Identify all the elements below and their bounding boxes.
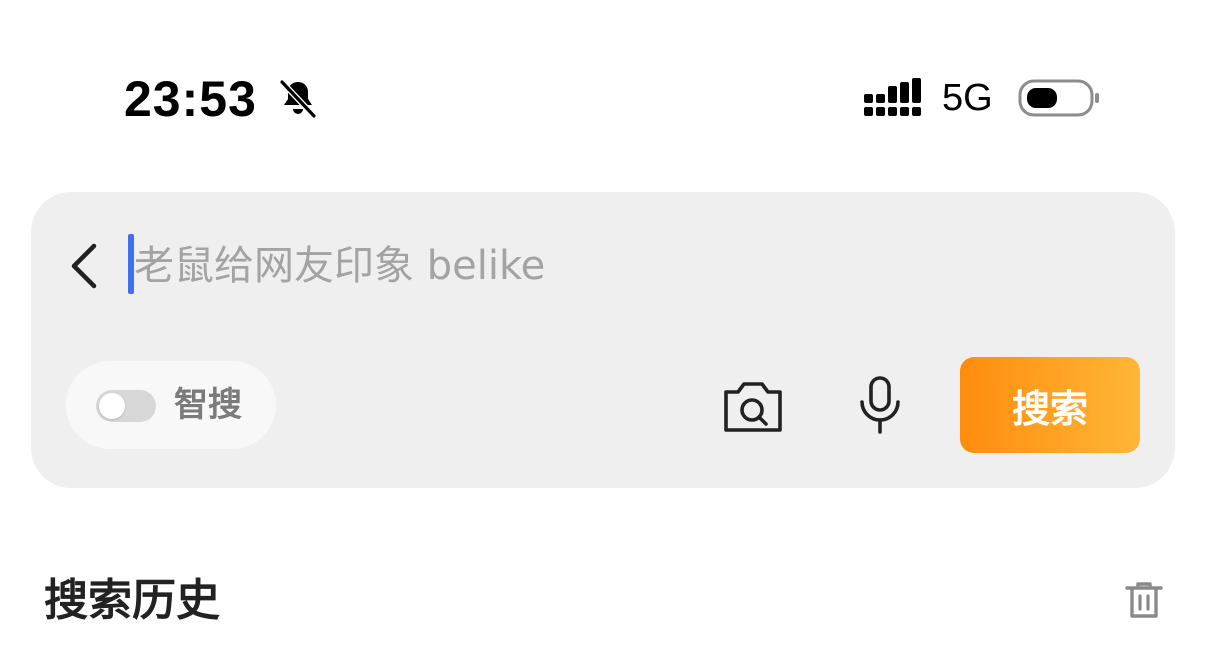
microphone-icon[interactable]: [852, 374, 908, 438]
search-history-title: 搜索历史: [44, 575, 220, 626]
network-type: 5G: [942, 77, 993, 119]
status-bar: 23:53 5G: [0, 0, 1206, 190]
toggle-switch[interactable]: [96, 390, 156, 422]
toggle-knob: [99, 393, 125, 419]
signal-icon: [864, 78, 921, 116]
search-button[interactable]: 搜索: [960, 357, 1140, 453]
smart-search-label: 智搜: [174, 385, 242, 425]
back-icon[interactable]: [60, 238, 110, 294]
smart-search-toggle[interactable]: 智搜: [66, 361, 276, 449]
status-time: 23:53: [124, 71, 257, 127]
bell-muted-icon: [279, 79, 317, 119]
camera-search-icon[interactable]: [720, 376, 786, 436]
battery-icon: [1018, 79, 1099, 117]
search-input[interactable]: [134, 236, 914, 296]
trash-icon[interactable]: [1122, 578, 1166, 622]
search-page: 23:53 5G 老鼠给网友印象 belike 智搜 搜索 搜索历史: [0, 0, 1206, 672]
